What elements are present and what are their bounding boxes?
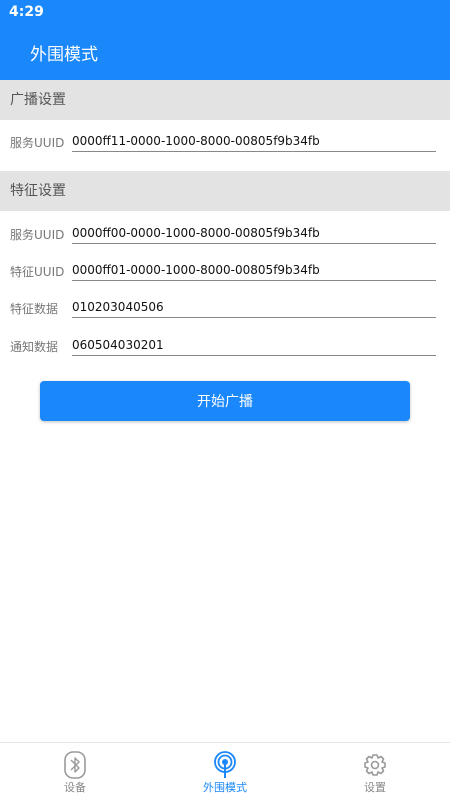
characteristic-data-input[interactable] <box>72 296 436 318</box>
characteristic-data-label: 特征数据 <box>10 302 59 316</box>
broadcast-icon <box>214 751 236 778</box>
start-advertising-button[interactable]: 开始广播 <box>40 381 410 421</box>
char-service-uuid-row: 服务UUID <box>0 220 450 250</box>
advertising-section-header: 广播设置 <box>0 80 450 120</box>
characteristic-uuid-label: 特征UUID <box>10 265 65 279</box>
characteristic-uuid-input[interactable] <box>72 259 436 281</box>
bluetooth-icon <box>64 751 86 779</box>
characteristic-section-header: 特征设置 <box>0 171 450 211</box>
nav-label-peripheral: 外围模式 <box>203 781 247 794</box>
notify-data-label: 通知数据 <box>10 340 59 354</box>
nav-item-peripheral[interactable]: 外围模式 <box>150 743 300 801</box>
bottom-nav: 设备 外围模式 设置 <box>0 742 450 801</box>
char-service-uuid-label: 服务UUID <box>10 228 65 242</box>
notify-data-input[interactable] <box>72 334 436 356</box>
characteristic-uuid-row: 特征UUID <box>0 257 450 287</box>
advertising-service-uuid-input[interactable] <box>72 130 436 152</box>
service-uuid-label: 服务UUID <box>10 136 65 150</box>
char-service-uuid-input[interactable] <box>72 222 436 244</box>
nav-item-settings[interactable]: 设置 <box>300 743 450 801</box>
status-time: 4:29 <box>9 4 44 20</box>
page-title: 外围模式 <box>30 45 98 65</box>
nav-label-devices: 设备 <box>64 781 86 794</box>
characteristic-data-row: 特征数据 <box>0 294 450 324</box>
nav-item-devices[interactable]: 设备 <box>0 743 150 801</box>
gear-icon <box>364 754 386 776</box>
nav-label-settings: 设置 <box>364 781 386 794</box>
advertising-service-uuid-row: 服务UUID <box>0 128 450 158</box>
notify-data-row: 通知数据 <box>0 332 450 362</box>
app-bar: 4:29 外围模式 <box>0 0 450 80</box>
